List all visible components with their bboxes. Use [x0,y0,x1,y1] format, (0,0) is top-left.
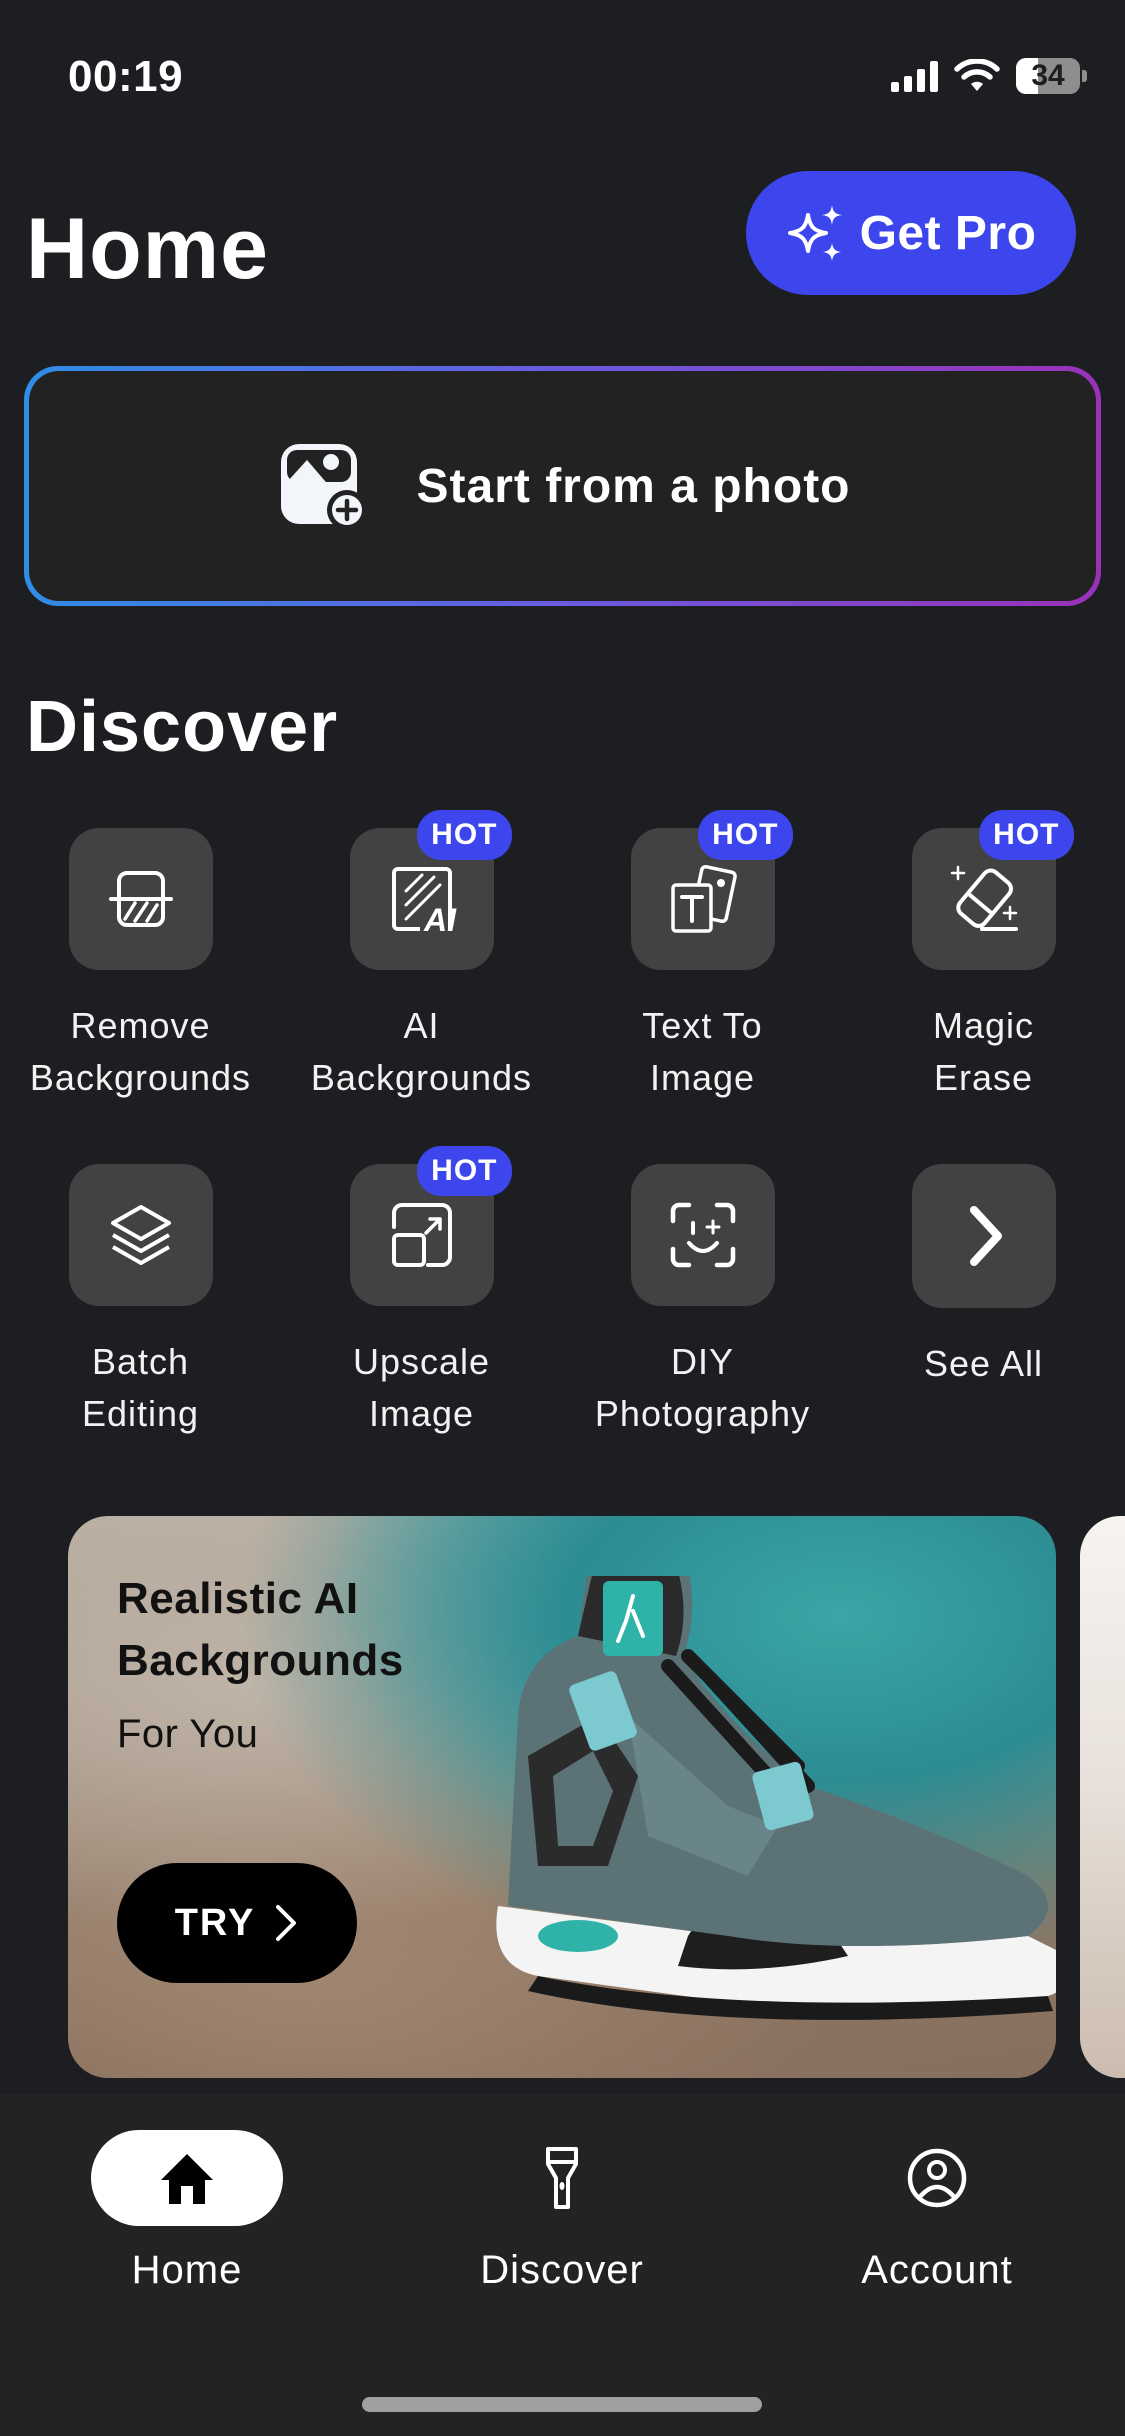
tool-batch-editing[interactable]: Batch Editing [0,1164,281,1440]
tab-label: Discover [480,2248,644,2292]
tool-label: Remove Backgrounds [29,1005,252,1098]
face-scan-icon [670,1202,735,1268]
tab-account[interactable]: Account [807,2130,1067,2293]
tool-tile [68,828,213,970]
banner-card-realistic-ai-backgrounds[interactable]: Realistic AI Backgrounds For You TRY [68,1516,1056,2078]
start-from-photo-button[interactable]: Start from a photo [24,366,1101,606]
account-icon [907,2148,967,2208]
upscale-icon [391,1203,452,1267]
tab-home[interactable]: Home [57,2130,317,2293]
tab-discover[interactable]: Discover [432,2130,692,2293]
tab-label: Account [861,2248,1013,2292]
tool-label: Upscale Image [352,1341,491,1434]
chevron-right-icon [969,1206,1002,1266]
try-label: TRY [174,1901,256,1944]
layers-icon [110,1205,171,1265]
tool-label: AI Backgrounds [310,1005,533,1098]
start-from-photo-label: Start from a photo [416,459,851,513]
eraser-icon [950,865,1018,931]
tools-grid: Remove Backgrounds AI HOT AI Backgrounds H… [0,810,1125,1440]
tool-label: See All [923,1343,1044,1384]
chevron-right-icon [276,1905,297,1941]
tool-magic-erase[interactable]: HOT Magic Erase [843,810,1124,1104]
battery-level: 34 [1031,59,1065,92]
try-button[interactable]: TRY [117,1863,357,1983]
tool-label: Batch Editing [81,1341,200,1434]
banner-title: Realistic AI Backgrounds [117,1574,404,1685]
tab-account-pill [841,2130,1033,2226]
sparkles-icon [787,205,842,261]
tool-tile: HOT [630,810,793,970]
tool-ai-backgrounds[interactable]: AI HOT AI Backgrounds [281,810,562,1104]
home-icon [161,2154,213,2204]
page-title: Home [26,201,269,297]
tool-text-to-image[interactable]: HOT Text To Image [562,810,843,1104]
hot-badge: HOT [698,810,793,860]
tab-discover-pill [466,2130,658,2226]
tool-tile [911,1164,1056,1308]
tool-remove-backgrounds[interactable]: Remove Backgrounds [0,828,281,1104]
tool-upscale-image[interactable]: HOT Upscale Image [281,1146,562,1440]
tab-home-pill [91,2130,283,2226]
hot-badge: HOT [979,810,1074,860]
tool-see-all[interactable]: See All [843,1164,1124,1440]
remove-background-icon [108,871,173,927]
status-icons: 34 [891,58,1087,94]
banner-subtitle: For You [117,1712,259,1756]
start-from-photo-inner: Start from a photo [29,371,1096,601]
cellular-signal-icon [891,60,938,92]
tool-label: Magic Erase [932,1005,1035,1098]
add-photo-icon [280,444,367,530]
tab-bar: Home Discover Account [0,2094,1125,2436]
wifi-icon [954,59,1000,91]
battery-icon: 34 [1016,58,1080,94]
tool-tile [68,1164,213,1306]
hot-badge: HOT [417,810,512,860]
get-pro-label: Get Pro [859,206,1037,260]
sneaker-image [496,1576,1056,2020]
get-pro-button[interactable]: Get Pro [746,171,1076,295]
svg-text:AI: AI [423,902,457,937]
ai-background-icon: AI [391,867,457,937]
discover-title: Discover [26,687,339,767]
tool-diy-photography[interactable]: DIY Photography [562,1164,843,1440]
tool-tile: AI HOT [349,810,512,970]
tool-tile: HOT [349,1146,512,1306]
home-indicator[interactable] [362,2397,762,2412]
banner-card-next[interactable] [1080,1516,1125,2078]
tool-label: DIY Photography [594,1341,811,1434]
status-time: 00:19 [68,52,184,101]
tool-label: Text To Image [642,1005,763,1098]
tool-tile [630,1164,775,1306]
flashlight-icon [546,2147,578,2209]
battery-nub [1082,70,1087,82]
hot-badge: HOT [417,1146,512,1196]
tool-tile: HOT [911,810,1074,970]
tab-label: Home [131,2248,243,2292]
text-to-image-icon [670,865,737,933]
